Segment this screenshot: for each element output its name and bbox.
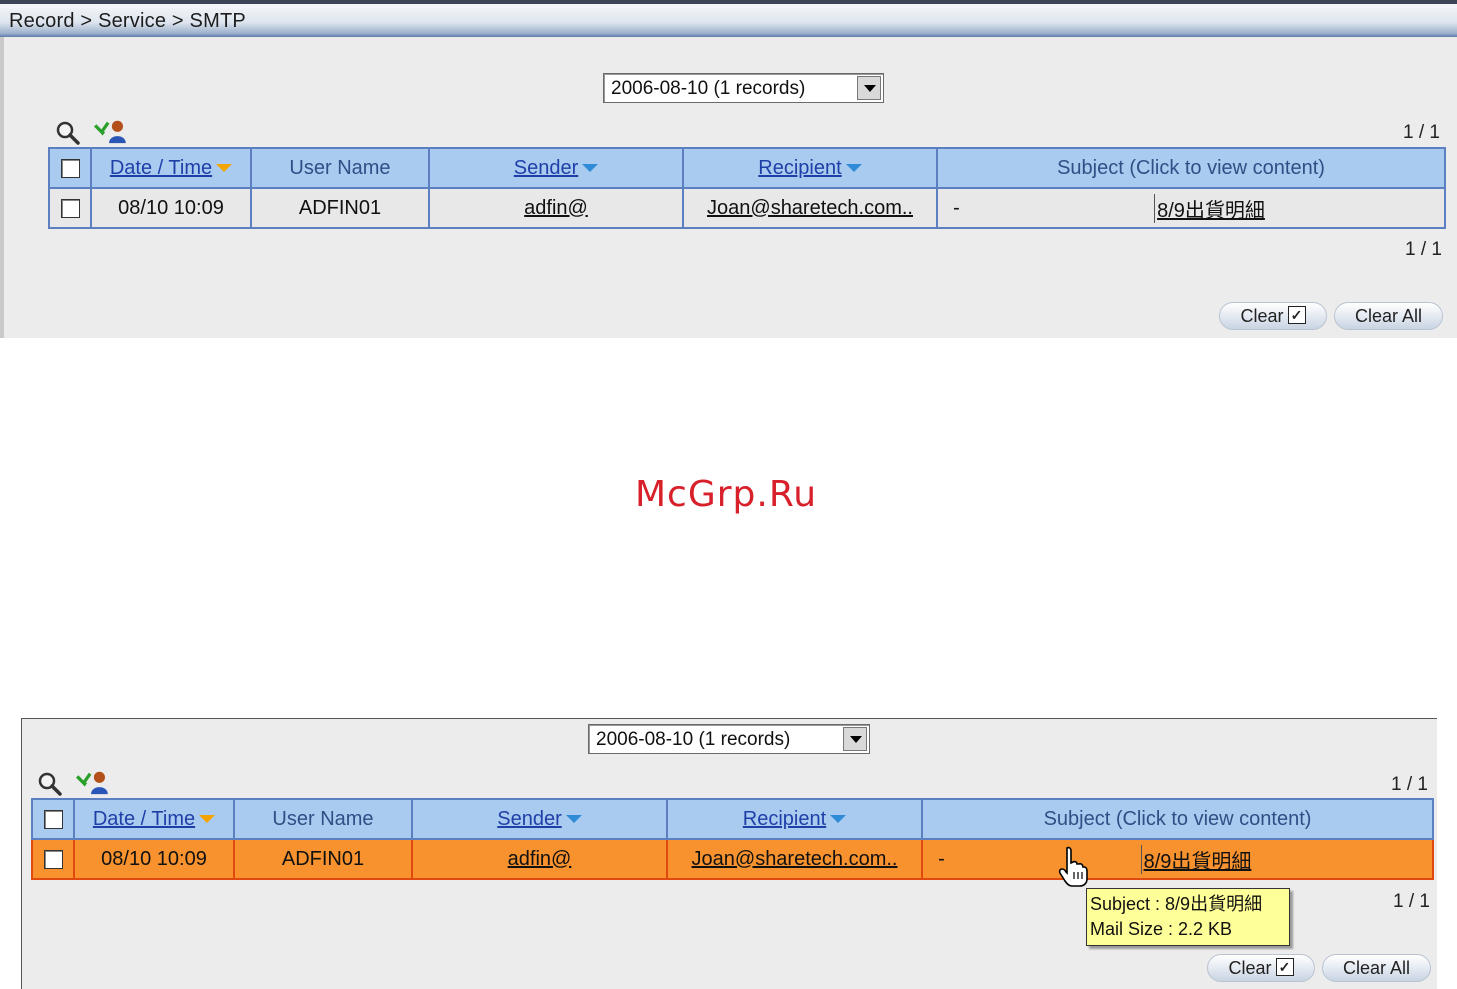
sort-down-icon [582,164,599,173]
recipient-link[interactable]: Joan@sharetech.com.. [692,848,898,870]
row-checkbox[interactable] [60,198,80,218]
subject-link[interactable]: 8/9出貨明細 [1157,200,1265,222]
column-recipient[interactable]: Recipient [682,147,938,189]
clear-button[interactable]: Clear ✓ [1207,954,1315,982]
dropdown-arrow-icon[interactable] [857,76,881,100]
row-select-cell [31,838,75,880]
tooltip-subject-line: Subject : 8/9出貨明細 [1090,894,1263,914]
sender-header-link[interactable]: Sender [497,808,562,830]
clear-all-button[interactable]: Clear All [1334,302,1443,330]
clear-checkbox[interactable]: ✓ [1275,958,1294,977]
datetime-header-link[interactable]: Date / Time [93,808,195,830]
select-all-cell [31,798,75,840]
pager-bottom: 1 / 1 [1405,239,1442,260]
subject-link[interactable]: 8/9出貨明細 [1144,851,1252,873]
clear-all-label: Clear All [1342,958,1411,978]
datetime-header-link[interactable]: Date / Time [110,157,212,179]
cell-sender: adfin@ [428,187,684,229]
cell-datetime: 08/10 10:09 [90,187,252,229]
column-datetime[interactable]: Date / Time [90,147,252,189]
clear-label: Clear [1240,306,1284,326]
pager-bottom: 1 / 1 [1393,891,1430,912]
cell-subject: 8/9出貨明細 [975,187,1447,229]
select-all-checkbox[interactable] [60,158,80,178]
column-username: User Name [233,798,413,840]
clear-all-label: Clear All [1354,306,1423,326]
select-all-checkbox[interactable] [43,809,63,829]
recipient-header-link[interactable]: Recipient [758,157,841,179]
top-panel: Record > Service > SMTP 2006-08-10 (1 re… [0,0,1457,338]
pager-top: 1 / 1 [1391,774,1428,795]
column-recipient[interactable]: Recipient [666,798,923,840]
user-export-icon[interactable] [73,769,111,795]
subject-header-label: Subject (Click to view content) [1043,807,1312,830]
sort-down-icon [565,815,582,824]
tooltip-size-line: Mail Size : 2.2 KB [1090,919,1233,939]
user-export-icon[interactable] [91,118,129,144]
records-table: Date / Time User Name Sender Recipient S… [48,147,1447,229]
records-table: Date / Time User Name Sender Recipient S… [31,798,1435,880]
clear-button[interactable]: Clear ✓ [1219,302,1327,330]
cell-datetime: 08/10 10:09 [73,838,235,880]
dropdown-arrow-icon[interactable] [843,727,867,751]
table-header-row: Date / Time User Name Sender Recipient S… [31,798,1435,840]
username-header-label: User Name [289,156,391,179]
column-sender[interactable]: Sender [428,147,684,189]
cell-flag: - [936,187,975,229]
sender-link[interactable]: adfin@ [524,197,588,219]
recipient-link[interactable]: Joan@sharetech.com.. [707,197,913,219]
cell-subject: 8/9出貨明細 [960,838,1435,880]
column-subject: Subject (Click to view content) [920,798,1435,840]
cell-username: ADFIN01 [233,838,413,880]
date-select-value: 2006-08-10 (1 records) [611,78,806,99]
cell-recipient: Joan@sharetech.com.. [682,187,938,229]
date-select[interactable]: 2006-08-10 (1 records) [603,73,884,103]
clear-checkbox[interactable]: ✓ [1287,306,1306,325]
sender-header-link[interactable]: Sender [514,157,579,179]
bottom-panel: 2006-08-10 (1 records) 1 / 1 Date / Time… [21,718,1437,989]
subject-header-label: Subject (Click to view content) [1057,156,1325,179]
username-header-label: User Name [272,807,374,830]
cell-sender: adfin@ [411,838,668,880]
sort-down-icon [845,164,862,173]
select-all-cell [48,147,92,189]
sort-down-icon [216,164,233,173]
hand-cursor-icon [1058,846,1088,887]
search-icon[interactable] [55,120,81,146]
column-sender[interactable]: Sender [411,798,668,840]
clear-all-button[interactable]: Clear All [1322,954,1431,982]
table-row[interactable]: 08/10 10:09 ADFIN01 adfin@ Joan@sharetec… [48,187,1447,229]
sender-link[interactable]: adfin@ [508,848,572,870]
breadcrumb: Record > Service > SMTP [9,10,246,32]
date-select-value: 2006-08-10 (1 records) [596,729,791,750]
recipient-header-link[interactable]: Recipient [743,808,826,830]
column-datetime[interactable]: Date / Time [73,798,235,840]
pager-top: 1 / 1 [1403,122,1440,143]
column-username: User Name [250,147,430,189]
column-subject: Subject (Click to view content) [935,147,1447,189]
subject-tooltip: Subject : 8/9出貨明細 Mail Size : 2.2 KB [1086,888,1290,946]
breadcrumb-bar: Record > Service > SMTP [0,4,1457,37]
search-icon[interactable] [37,771,63,797]
row-checkbox[interactable] [43,849,63,869]
sort-down-icon [199,815,216,824]
cell-username: ADFIN01 [250,187,430,229]
row-select-cell [48,187,92,229]
date-select[interactable]: 2006-08-10 (1 records) [588,724,870,754]
left-rail [0,37,4,338]
cell-recipient: Joan@sharetech.com.. [666,838,923,880]
cell-flag: - [921,838,960,880]
table-header-row: Date / Time User Name Sender Recipient S… [48,147,1447,189]
sort-down-icon [830,815,847,824]
clear-label: Clear [1228,958,1272,978]
table-row-highlighted[interactable]: 08/10 10:09 ADFIN01 adfin@ Joan@sharetec… [31,838,1435,880]
watermark: McGrp.Ru [635,474,818,515]
